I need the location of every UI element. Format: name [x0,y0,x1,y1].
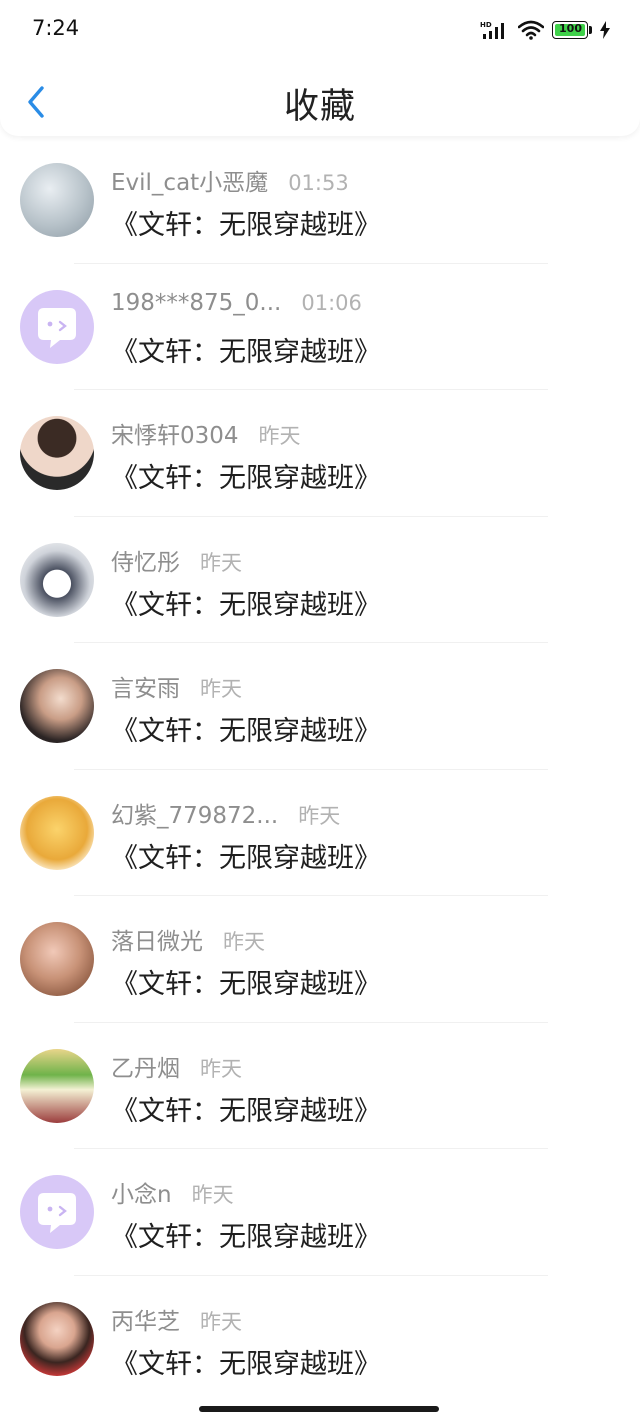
item-meta: 小念n 昨天 [111,1175,234,1209]
item-meta: 侍忆彤 昨天 [111,543,242,577]
book-title[interactable]: 《文轩：无限穿越班》 [111,583,381,622]
book-title[interactable]: 《文轩：无限穿越班》 [111,203,381,242]
list-item[interactable]: 幻紫_779872... 昨天《文轩：无限穿越班》 [0,770,640,896]
avatar[interactable] [20,416,94,490]
list-item[interactable]: 落日微光 昨天《文轩：无限穿越班》 [0,896,640,1023]
chat-bubble-icon [38,1193,76,1233]
book-title[interactable]: 《文轩：无限穿越班》 [111,962,381,1001]
user-name[interactable]: 丙华芝 [111,1302,180,1336]
avatar[interactable] [20,163,94,237]
book-title[interactable]: 《文轩：无限穿越班》 [111,330,381,369]
item-meta: 丙华芝 昨天 [111,1302,242,1336]
timestamp: 昨天 [191,1183,234,1207]
item-meta: 幻紫_779872... 昨天 [111,796,340,830]
user-name[interactable]: 落日微光 [111,922,203,956]
item-meta: 198***875_0... 01:06 [111,290,362,316]
list-item[interactable]: 198***875_0... 01:06 《文轩：无限穿越班》 [0,264,640,390]
favorites-list: Evil_cat小恶魔 01:53 《文轩：无限穿越班》 198***875_0...… [0,137,640,1402]
book-title[interactable]: 《文轩：无限穿越班》 [111,1215,381,1254]
avatar[interactable] [20,795,94,870]
user-name[interactable]: 198***875_0... [111,290,281,316]
timestamp: 01:53 [288,171,349,195]
list-item[interactable]: Evil_cat小恶魔 01:53 《文轩：无限穿越班》 [0,137,640,264]
book-title[interactable]: 《文轩：无限穿越班》 [111,1342,381,1381]
avatar[interactable] [20,669,94,743]
battery-icon: 100 [552,21,592,39]
wifi-icon [518,20,544,40]
timestamp: 01:06 [301,290,362,315]
book-title[interactable]: 《文轩：无限穿越班》 [111,709,381,748]
home-indicator[interactable] [199,1406,439,1412]
list-item[interactable]: 侍忆彤 昨天《文轩：无限穿越班》 [0,517,640,643]
list-item[interactable]: 乙丹烟 昨天《文轩：无限穿越班》 [0,1023,640,1149]
timestamp: 昨天 [200,550,242,575]
item-meta: 落日微光 昨天 [111,922,265,956]
timestamp: 昨天 [298,803,341,828]
list-item[interactable]: 言安雨 昨天《文轩：无限穿越班》 [0,643,640,770]
timestamp: 昨天 [223,930,265,954]
user-name[interactable]: 幻紫_779872... [111,796,278,830]
user-name[interactable]: 小念n [111,1175,172,1209]
avatar[interactable] [20,542,94,617]
list-item[interactable]: 小念n 昨天《文轩：无限穿越班》 [0,1149,640,1276]
signal-icon: HD [480,21,504,39]
user-name[interactable]: 乙丹烟 [111,1049,180,1083]
book-title[interactable]: 《文轩：无限穿越班》 [111,456,381,495]
page-title: 收藏 [283,87,356,127]
user-name[interactable]: 侍忆彤 [111,543,180,577]
avatar[interactable] [20,922,94,996]
chat-bubble-icon [38,307,76,348]
battery-level: 100 [559,22,582,35]
book-title[interactable]: 《文轩：无限穿越班》 [111,836,381,875]
item-meta: Evil_cat小恶魔 01:53 [111,163,349,197]
svg-text:HD: HD [480,21,492,29]
avatar[interactable] [20,1175,94,1249]
status-bar: 7:24 HD 100 [0,0,640,60]
list-item[interactable]: 丙华芝 昨天《文轩：无限穿越班》 [0,1276,640,1403]
avatar[interactable] [20,289,94,364]
timestamp: 昨天 [200,1056,242,1081]
list-item[interactable]: 宋悸轩0304 昨天《文轩：无限穿越班》 [0,390,640,517]
user-name[interactable]: 言安雨 [111,669,180,703]
user-name[interactable]: Evil_cat小恶魔 [111,163,268,197]
status-icons: HD 100 [480,16,610,44]
item-meta: 言安雨 昨天 [111,669,242,703]
avatar[interactable] [20,1301,94,1376]
item-meta: 乙丹烟 昨天 [111,1049,242,1083]
timestamp: 昨天 [200,1309,242,1334]
avatar[interactable] [20,1048,94,1123]
timestamp: 昨天 [258,424,301,448]
item-meta: 宋悸轩0304 昨天 [111,416,301,450]
timestamp: 昨天 [200,677,242,701]
status-time: 7:24 [32,16,80,40]
user-name[interactable]: 宋悸轩0304 [111,416,239,450]
book-title[interactable]: 《文轩：无限穿越班》 [111,1089,381,1128]
charging-icon [600,21,610,39]
